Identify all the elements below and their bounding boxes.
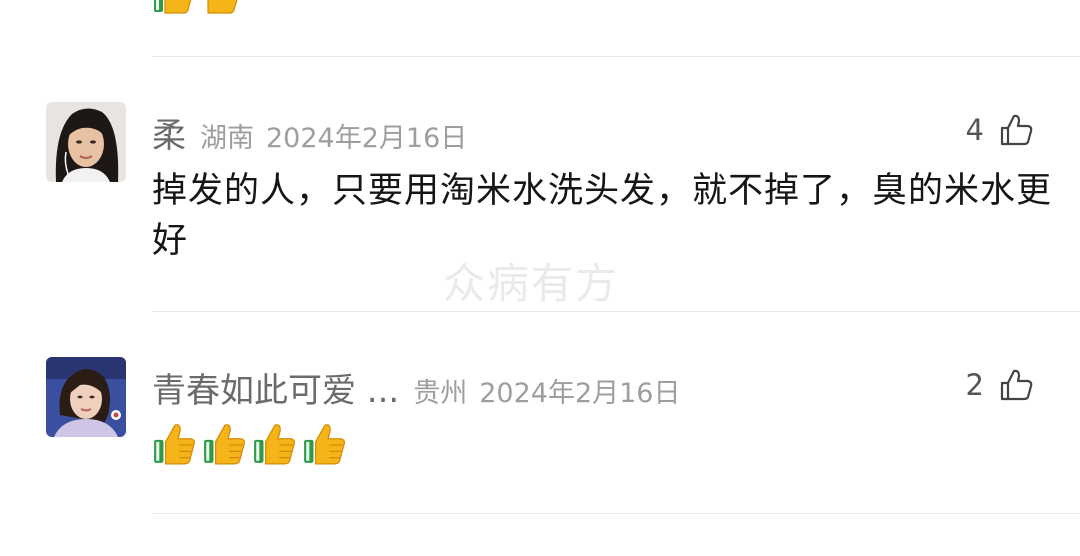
comment-list: 柔 湖南 2024年2月16日 4 掉发的人，只要用淘米水洗头发，就不掉了，臭的…: [0, 0, 1080, 556]
avatar[interactable]: [46, 357, 126, 437]
like-button[interactable]: 2: [966, 367, 1034, 403]
comment-date: 2024年2月16日: [266, 123, 468, 154]
like-count: 4: [965, 113, 984, 147]
like-button[interactable]: 4: [966, 112, 1034, 148]
avatar[interactable]: [46, 102, 126, 182]
comment-divider: [152, 311, 1080, 312]
location: 湖南: [200, 123, 254, 154]
comment-meta: 青春如此可爱 ... 贵州 2024年2月16日: [152, 363, 680, 412]
username[interactable]: 青春如此可爱 ...: [152, 363, 399, 412]
comment-content-emojis: [152, 421, 348, 467]
comment-divider: [152, 513, 1080, 514]
user-avatar-photo-icon: [46, 357, 126, 437]
username[interactable]: 柔: [152, 108, 186, 157]
thumbs-up-outline-icon[interactable]: [998, 112, 1034, 148]
user-avatar-photo-icon: [46, 102, 126, 182]
thumbs-up-icon: [200, 0, 244, 16]
thumbs-up-icon: [252, 421, 298, 467]
thumbs-up-icon: [202, 421, 248, 467]
comment-meta: 柔 湖南 2024年2月16日: [152, 108, 467, 157]
comment-divider: [152, 56, 1080, 57]
like-count: 2: [965, 368, 984, 402]
thumbs-up-outline-icon[interactable]: [998, 367, 1034, 403]
location: 贵州: [413, 378, 468, 409]
thumbs-up-icon: [152, 421, 198, 467]
previous-comment-emojis: [152, 0, 244, 14]
thumbs-up-icon: [152, 0, 196, 16]
comment-date: 2024年2月16日: [479, 378, 681, 409]
thumbs-up-icon: [302, 421, 348, 467]
comment-content: 掉发的人，只要用淘米水洗头发，就不掉了，臭的米水更好: [152, 171, 1053, 261]
